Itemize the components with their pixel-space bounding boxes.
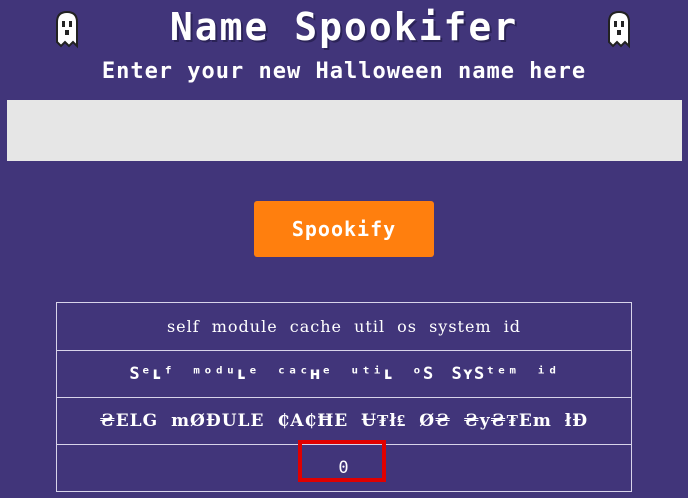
page-title: Name Spookifer [169,5,519,49]
subtitle: Enter your new Halloween name here [101,59,587,84]
ghost-icon [608,10,630,49]
result-row-small-caps: Sᵉʟᶠ ᵐᵒᵈᵘʟᵉ ᶜᵃᶜʜᵉ ᵘᵗⁱʟ ᵒS SʏSᵗᵉᵐ ⁱᵈ [57,350,631,397]
highlight-box [298,440,386,482]
result-row-currency: ₴ELG mØĐULE ₵A₵ĦE Ʉ₮ł₤ Ø₴ ₴y₴₮Em łĐ [57,397,631,444]
result-row-plain: self module cache util os system id [166,317,522,336]
title-row: Name Spookifer [0,4,688,50]
name-input[interactable] [7,100,682,161]
ghost-icon [56,10,78,49]
spookify-button[interactable]: Spookify [254,201,434,257]
